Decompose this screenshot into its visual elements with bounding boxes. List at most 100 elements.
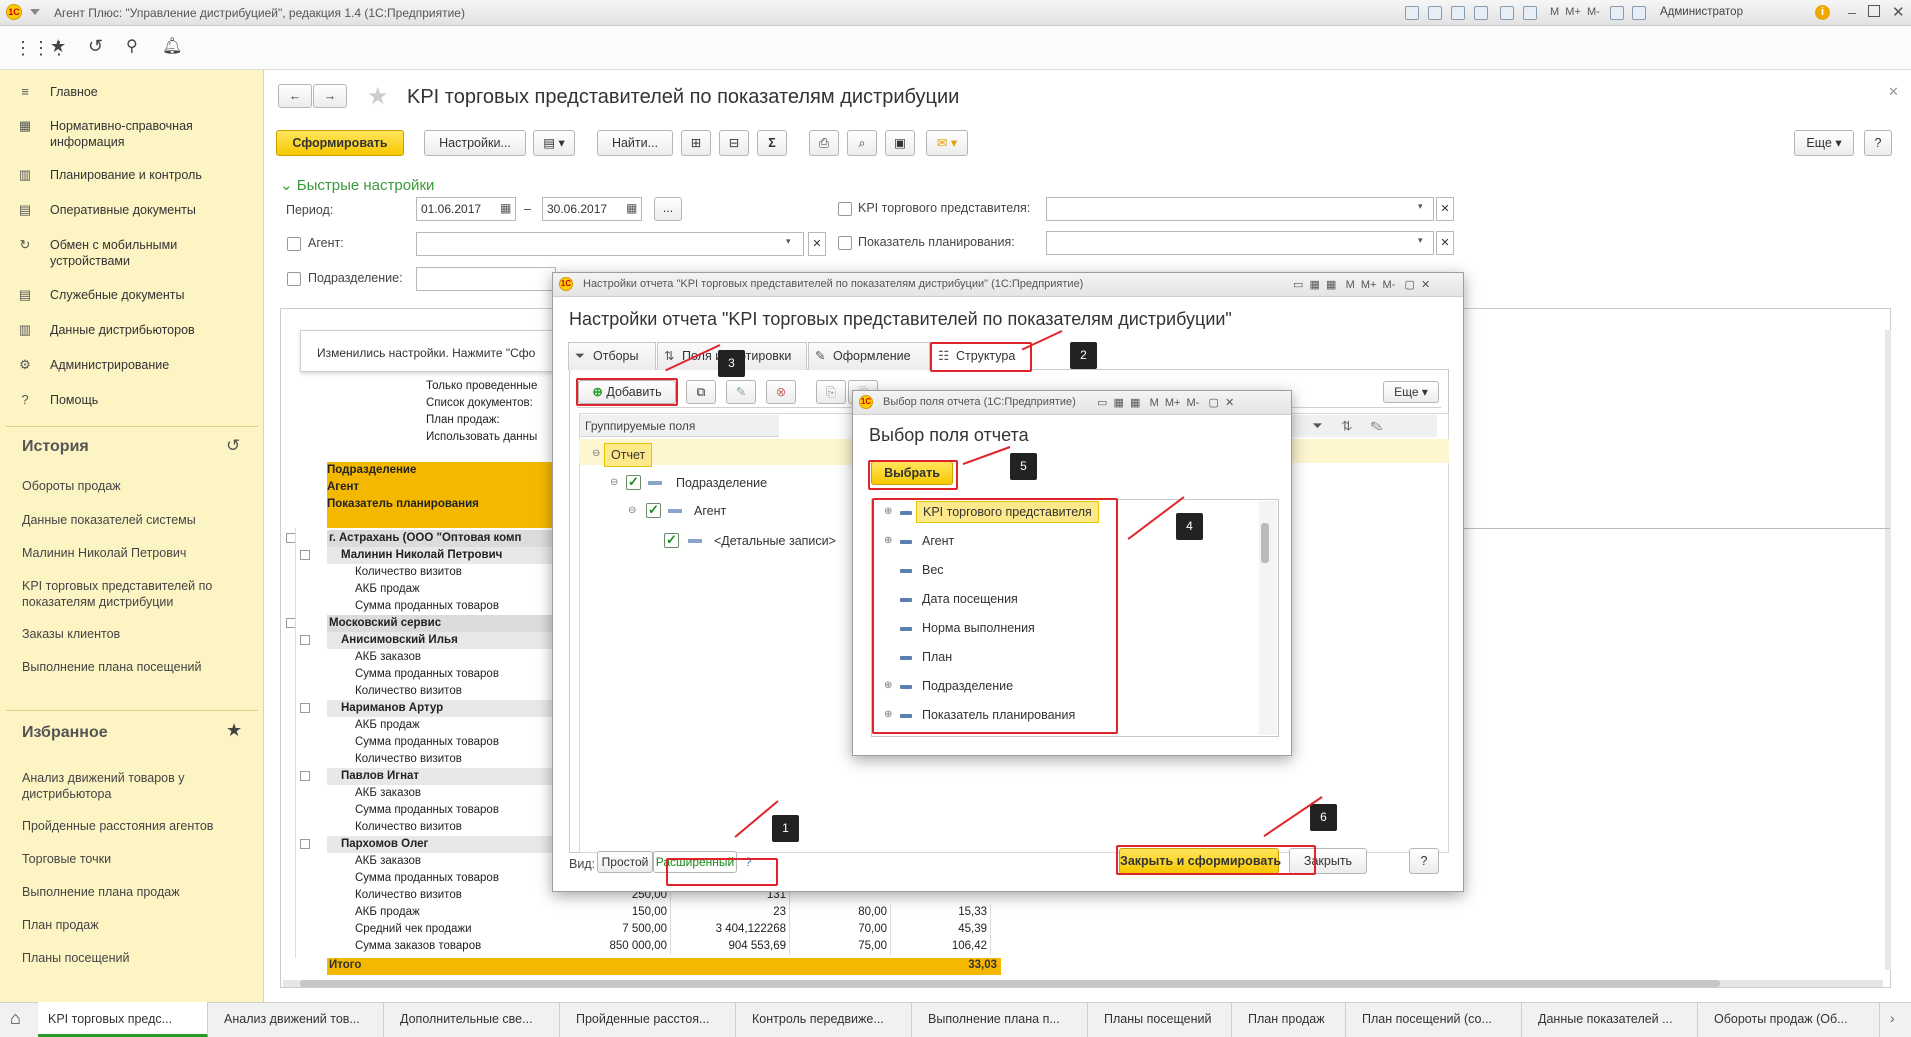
report-scrollbar[interactable] [1885,330,1891,970]
clear-icon[interactable]: ✕ [808,232,826,256]
history-icon[interactable]: ↺ [88,36,103,57]
checkbox-checked[interactable]: ✓ [646,503,661,518]
sidebar-item[interactable]: ▦ Нормативно-справочная информация [19,118,258,150]
close-icon[interactable]: ✕ [1892,3,1905,21]
help-button[interactable]: ? [1864,130,1892,156]
open-window-tab[interactable]: Контроль передвиже... [742,1002,912,1037]
favorite-star-icon[interactable]: ★ [367,82,389,111]
kpi-field[interactable] [1046,197,1434,221]
star-icon[interactable]: ★ [226,720,242,741]
quick-settings-title[interactable]: ⌄ Быстрые настройки [280,176,434,194]
tab-appearance[interactable]: ✎ Оформление [808,342,930,370]
simple-view-button[interactable]: Простой [597,851,653,873]
dialog-title-tools[interactable]: ▭ ▦ ▦ M M+ M- ▢ ✕ [1293,278,1430,291]
collapse-icon[interactable]: ⊖ [592,448,600,459]
preview-icon[interactable] [1451,6,1465,20]
favorite-link[interactable]: Планы посещений [22,950,252,966]
history-link[interactable]: Обороты продаж [22,478,252,494]
clear-icon[interactable]: ✕ [1436,197,1454,221]
collapse-icon[interactable]: ⊖ [628,505,636,516]
settings-button[interactable]: Настройки... [424,130,526,156]
open-window-tab[interactable]: План продаж [1238,1002,1346,1037]
history-link[interactable]: Выполнение плана посещений [22,659,252,675]
dropdown-icon[interactable]: ▾ [1418,201,1423,212]
variant-button[interactable]: ▤ ▾ [533,130,575,156]
group-toggle-icon[interactable] [300,550,310,560]
info-icon[interactable]: i [1815,5,1830,20]
tab-filters[interactable]: ⏷ Отборы [568,342,656,370]
open-window-tab[interactable]: Пройденные расстоя... [566,1002,736,1037]
menu-chevron-icon[interactable] [30,9,40,15]
tree-item-agent[interactable]: Агент [694,504,726,518]
collapse-icon[interactable]: ⊖ [610,477,618,488]
close-form-icon[interactable]: ✕ [1888,84,1899,100]
agent-checkbox[interactable] [287,237,301,251]
tree-root-report[interactable]: Отчет [604,443,653,467]
home-icon[interactable]: ⌂ [10,1008,21,1029]
preview-icon[interactable]: ⌕ [847,130,877,156]
forward-button[interactable]: → [313,84,347,108]
kpi-checkbox[interactable] [838,202,852,216]
calendar-icon[interactable]: ▦ [626,201,637,215]
mail-icon[interactable]: ✉ ▾ [926,130,968,156]
calendar-icon[interactable] [1523,6,1537,20]
dialog-help-button[interactable]: ? [1409,848,1439,874]
column-tools[interactable]: ⏷ ⇅ ✎ [1287,415,1437,437]
scrollbar-thumb[interactable] [300,980,1720,987]
dropdown-icon[interactable]: ▾ [1418,235,1423,246]
sum-icon[interactable]: Σ [757,130,787,156]
open-window-tab[interactable]: Дополнительные све... [390,1002,560,1037]
division-checkbox[interactable] [287,272,301,286]
group-toggle-icon[interactable] [300,703,310,713]
save-icon[interactable] [1405,6,1419,20]
checkbox-checked[interactable]: ✓ [664,533,679,548]
tree-item-details[interactable]: <Детальные записи> [714,534,836,548]
more-button[interactable]: Еще ▾ [1794,130,1854,156]
history-link[interactable]: Малинин Николай Петрович [22,545,252,561]
favorite-link[interactable]: План продаж [22,917,252,933]
dialog-more-button[interactable]: Еще ▾ [1383,381,1439,403]
calendar-icon[interactable]: ▦ [500,201,511,215]
group-toggle-icon[interactable] [300,771,310,781]
search-icon[interactable]: ⚲ [126,36,138,56]
scrollbar-thumb[interactable] [1261,523,1269,563]
generate-button[interactable]: Сформировать [276,130,404,156]
sidebar-item[interactable]: ? Помощь [21,392,258,408]
group-toggle-icon[interactable] [300,839,310,849]
history-link[interactable]: Данные показателей системы [22,512,252,528]
favorite-link[interactable]: Анализ движений товаров у дистрибьютора [22,770,252,802]
history-icon[interactable]: ↺ [226,436,240,456]
user-name[interactable]: Администратор [1660,6,1743,18]
favorite-link[interactable]: Торговые точки [22,851,252,867]
sidebar-item[interactable]: ▥ Планирование и контроль [19,167,258,183]
minimize-icon[interactable]: – [1848,4,1856,20]
sidebar-item[interactable]: ⚙ Администрирование [19,357,258,373]
open-window-tab[interactable]: KPI торговых предс... [38,1002,208,1037]
memory-buttons[interactable]: M M+ M- [1550,6,1600,18]
history-link[interactable]: KPI торговых представителей по показател… [22,578,252,610]
sidebar-item[interactable]: ▤ Служебные документы [19,287,258,303]
open-window-tab[interactable]: Выполнение плана п... [918,1002,1088,1037]
history-link[interactable]: Заказы клиентов [22,626,252,642]
panel-icon[interactable] [1632,6,1646,20]
open-window-tab[interactable]: Данные показателей ... [1528,1002,1698,1037]
group-toggle-icon[interactable] [300,635,310,645]
dialog-title-tools[interactable]: ▭ ▦ ▦ M M+ M- ▢ ✕ [1097,396,1234,409]
add-group-icon[interactable]: ⧉ [686,380,716,404]
favorite-link[interactable]: Выполнение плана продаж [22,884,252,900]
sidebar-item[interactable]: ▤ Оперативные документы [19,202,258,218]
expand-icon[interactable]: ⊞ [681,130,711,156]
open-window-tab[interactable]: Анализ движений тов... [214,1002,384,1037]
save-icon[interactable]: ▣ [885,130,915,156]
checkbox-checked[interactable]: ✓ [626,475,641,490]
copy-icon[interactable]: ⎘ [816,380,846,404]
favorite-link[interactable]: Пройденные расстояния агентов [22,818,252,834]
dropdown-icon[interactable]: ▾ [786,236,791,247]
mail-icon[interactable] [1474,6,1488,20]
zoom-icon[interactable] [1610,6,1624,20]
sidebar-item[interactable]: ▥ Данные дистрибьюторов [19,322,258,338]
indicator-field[interactable] [1046,231,1434,255]
print-icon[interactable]: ⎙ [809,130,839,156]
tree-item-division[interactable]: Подразделение [676,476,767,490]
bell-icon[interactable]: 🔔︎ [162,36,182,56]
